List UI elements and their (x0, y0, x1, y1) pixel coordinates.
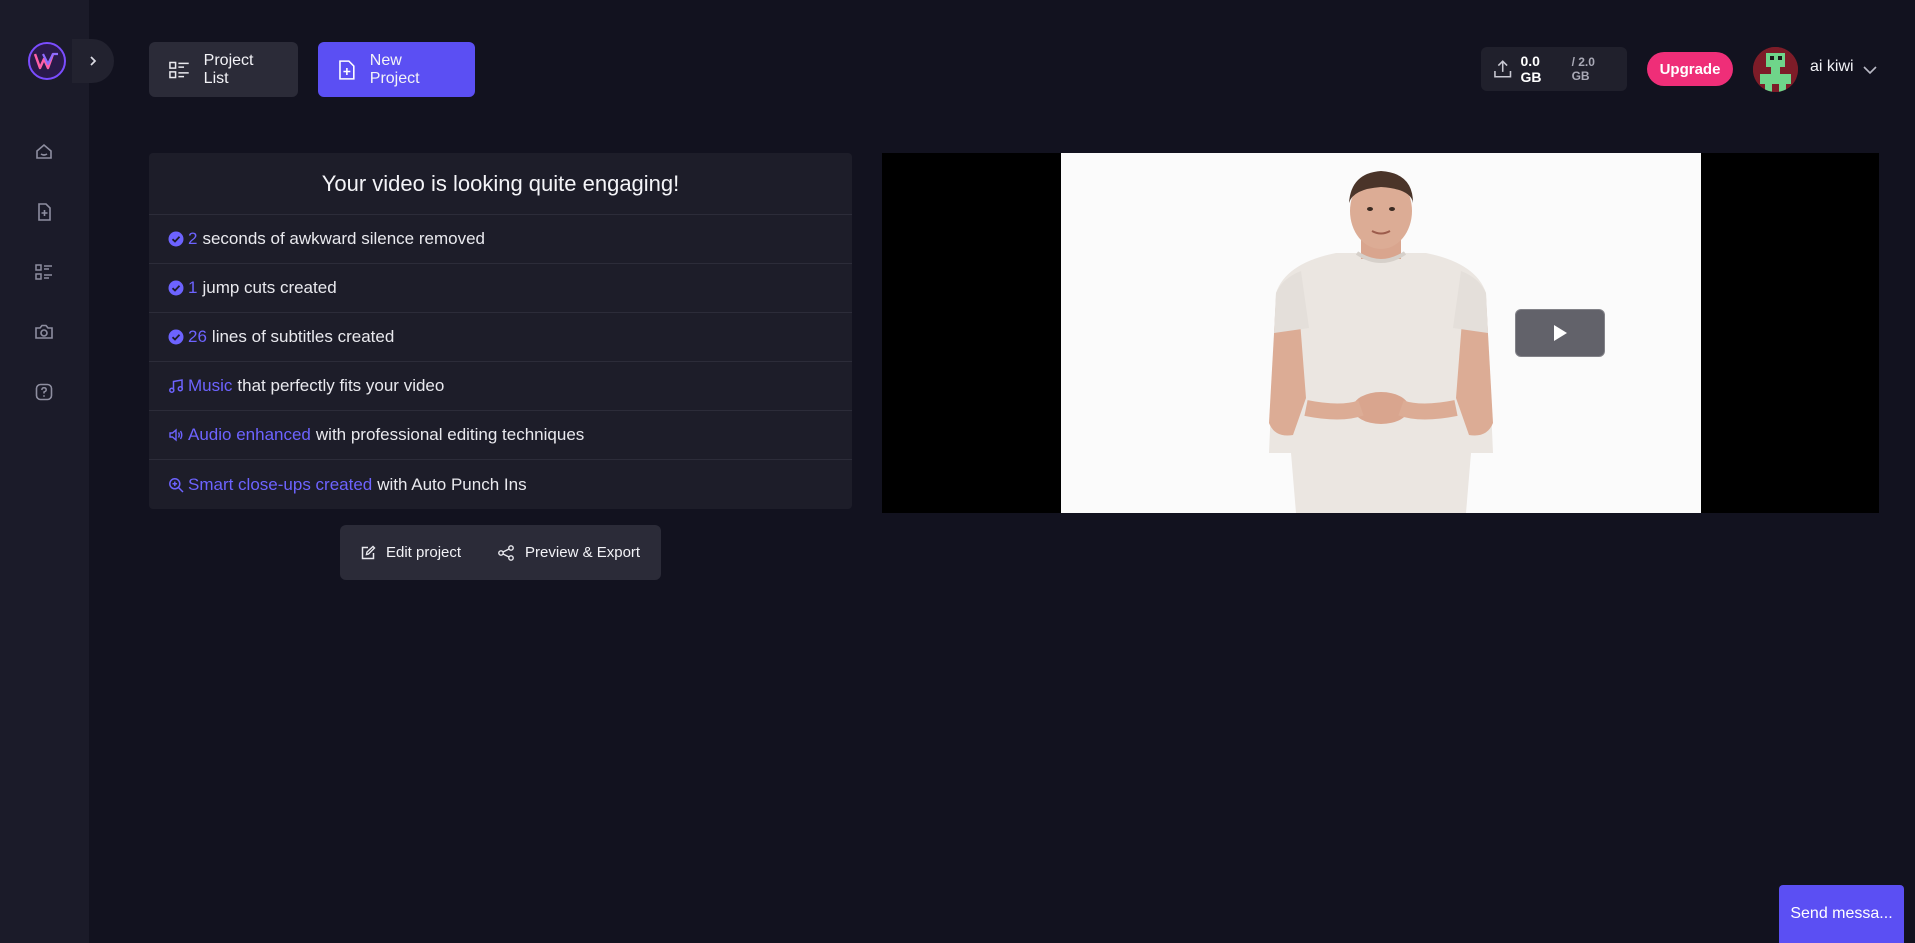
sidebar-item-home[interactable] (32, 140, 56, 164)
edit-icon (361, 545, 376, 559)
summary-row-closeups: Smart close-ups created with Auto Punch … (149, 460, 852, 509)
video-player[interactable] (882, 153, 1879, 513)
storage-used: 0.0 GB (1520, 53, 1542, 85)
list-icon (35, 264, 52, 280)
avatar-image (1753, 47, 1798, 92)
summary-row-jump-cuts: 1 jump cuts created (149, 264, 852, 313)
storage-indicator[interactable]: 0.0 GB / 2.0 GB (1481, 47, 1627, 91)
summary-highlight: Audio enhanced (188, 425, 311, 444)
summary-text: seconds of awkward silence removed (202, 229, 485, 248)
new-file-icon (339, 59, 355, 80)
avatar[interactable] (1753, 47, 1798, 92)
preview-export-button[interactable]: Preview & Export (497, 544, 640, 561)
music-icon (168, 378, 184, 394)
summary-title: Your video is looking quite engaging! (149, 153, 852, 215)
sidebar-expand-button[interactable] (72, 39, 114, 83)
logo-icon (34, 52, 58, 70)
new-project-label: New Project (369, 51, 420, 87)
video-summary-panel: Your video is looking quite engaging! 2 … (149, 153, 852, 509)
home-icon (36, 143, 52, 159)
summary-text: with professional editing techniques (315, 425, 585, 444)
list-icon (169, 61, 189, 78)
help-icon (35, 383, 53, 401)
share-icon (498, 544, 514, 561)
video-frame (1061, 153, 1701, 513)
summary-row-audio: Audio enhanced with professional editing… (149, 411, 852, 460)
sidebar-item-new-project[interactable] (32, 200, 56, 224)
sidebar-item-projects[interactable] (32, 260, 56, 284)
summary-highlight: Smart close-ups created (188, 474, 373, 494)
preview-export-label: Preview & Export (525, 544, 641, 561)
edit-project-button[interactable]: Edit project (360, 544, 461, 561)
summary-text: with Auto Punch Ins (377, 474, 527, 494)
summary-highlight: 2 (188, 229, 198, 248)
summary-row-subtitles: 26 lines of subtitles created (149, 313, 852, 362)
sidebar (0, 0, 89, 943)
send-message-button[interactable]: Send messa... (1779, 885, 1904, 943)
speaker-icon (168, 427, 184, 443)
sidebar-item-help[interactable] (32, 380, 56, 404)
new-file-icon (38, 203, 51, 221)
upload-icon (1494, 60, 1512, 78)
play-icon (1554, 325, 1567, 341)
summary-row-silence: 2 seconds of awkward silence removed (149, 215, 852, 264)
summary-text: jump cuts created (202, 278, 337, 297)
username[interactable]: ai kiwi (1810, 58, 1854, 76)
edit-project-label: Edit project (386, 544, 462, 561)
chevron-right-icon (90, 56, 97, 66)
summary-text: that perfectly fits your video (237, 376, 445, 395)
summary-text: lines of subtitles created (211, 327, 395, 346)
summary-highlight: Music (188, 376, 233, 395)
app-logo[interactable] (28, 42, 66, 80)
project-actions: Edit project Preview & Export (340, 525, 661, 580)
chevron-down-icon[interactable] (1862, 62, 1878, 78)
check-circle-icon (168, 329, 184, 345)
storage-total: / 2.0 GB (1571, 55, 1595, 83)
check-circle-icon (168, 231, 184, 247)
video-thumbnail (1061, 153, 1701, 513)
summary-highlight: 1 (188, 278, 198, 297)
play-button[interactable] (1515, 309, 1605, 357)
camera-icon (35, 324, 53, 339)
project-list-button[interactable]: Project List (149, 42, 298, 97)
summary-row-music: Music that perfectly fits your video (149, 362, 852, 411)
project-list-label: Project List (203, 51, 254, 87)
summary-highlight: 26 (188, 327, 207, 346)
upgrade-button[interactable]: Upgrade (1647, 52, 1733, 86)
zoom-in-icon (168, 477, 184, 493)
check-circle-icon (168, 280, 184, 296)
new-project-button[interactable]: New Project (318, 42, 475, 97)
sidebar-item-record[interactable] (32, 320, 56, 344)
